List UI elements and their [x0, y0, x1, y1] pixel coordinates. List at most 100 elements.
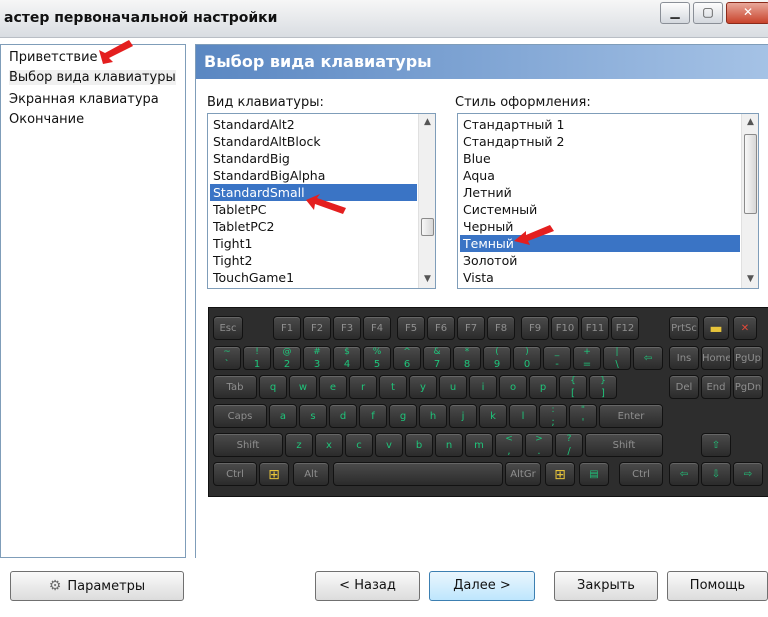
scroll-thumb[interactable] — [421, 218, 434, 236]
key-letter: v — [375, 433, 403, 457]
key-letter: g — [389, 404, 417, 428]
back-button[interactable]: < Назад — [315, 571, 420, 601]
key-function: F5 — [397, 316, 425, 340]
scroll-down-icon[interactable]: ▼ — [419, 271, 435, 288]
key-number: ) 0 — [513, 346, 541, 370]
list-item[interactable]: Системный — [460, 201, 740, 218]
key-letter: d — [329, 404, 357, 428]
key-pgdn: PgDn — [733, 375, 763, 399]
nav-item-finish[interactable]: Окончание — [9, 112, 84, 127]
scroll-up-icon[interactable]: ▲ — [419, 114, 435, 131]
key-ctrl-right: Ctrl — [619, 462, 663, 486]
settings-icon: ⚙ — [48, 578, 62, 594]
nav-item-keyboard-type[interactable]: Выбор вида клавиатуры — [9, 70, 176, 85]
scroll-thumb[interactable] — [744, 134, 757, 214]
keyboard-close-icon: ✕ — [733, 316, 757, 340]
key-letter: p — [529, 375, 557, 399]
key-alt: Alt — [293, 462, 329, 486]
key-caps: Caps — [213, 404, 267, 428]
maximize-button[interactable]: ▢ — [693, 2, 723, 24]
arrow-left-icon: ⇦ — [669, 462, 699, 486]
keyboard-type-scrollbar[interactable]: ▲ ▼ — [418, 114, 435, 288]
key-number: ! 1 — [243, 346, 271, 370]
list-item[interactable]: Blue — [460, 150, 740, 167]
list-item[interactable]: Tight1 — [210, 235, 417, 252]
key-function: F12 — [611, 316, 639, 340]
keyboard-preview: Esc F1 F2 F3 F4 F5 F6 F7 F8 F9 F10 F11 F12 PrtSc ▬ ✕ ~ `!… — [208, 307, 768, 497]
next-button[interactable]: Далее > — [429, 571, 535, 601]
key-letter: j — [449, 404, 477, 428]
key-number: | \ — [603, 346, 631, 370]
scroll-up-icon[interactable]: ▲ — [742, 114, 758, 131]
annotation-arrow-icon — [99, 40, 133, 64]
key-letter: u — [439, 375, 467, 399]
section-header: Выбор вида клавиатуры — [196, 45, 768, 79]
key-function: F1 — [273, 316, 301, 340]
list-item[interactable]: TabletPC2 — [210, 218, 417, 235]
section-title: Выбор вида клавиатуры — [204, 52, 432, 71]
nav-item-welcome[interactable]: Приветствие — [9, 50, 98, 65]
key-number: & 7 — [423, 346, 451, 370]
scroll-down-icon[interactable]: ▼ — [742, 271, 758, 288]
close-icon: ✕ — [742, 5, 754, 19]
parameters-button[interactable]: ⚙ Параметры — [10, 571, 184, 601]
key-letter: b — [405, 433, 433, 457]
minimize-icon: ▁ — [670, 5, 680, 19]
list-item[interactable]: Стандартный 2 — [460, 133, 740, 150]
list-item[interactable]: StandardBig — [210, 150, 417, 167]
list-item[interactable]: Tight2 — [210, 252, 417, 269]
key-end: End — [701, 375, 731, 399]
list-item[interactable]: Летний — [460, 184, 740, 201]
list-item[interactable]: Темный — [460, 235, 740, 252]
list-item[interactable]: Черный — [460, 218, 740, 235]
key-letter: l — [509, 404, 537, 428]
windows-flag-icon: ⊞ — [545, 462, 575, 486]
list-item[interactable]: StandardAltBlock — [210, 133, 417, 150]
keyboard-language-icon: ▬ — [703, 316, 729, 340]
key-number: $4 — [333, 346, 361, 370]
keyboard-type-label: Вид клавиатуры: — [207, 95, 324, 110]
key-letter: y — [409, 375, 437, 399]
parameters-label: Параметры — [67, 579, 146, 594]
minimize-button[interactable]: ▁ — [660, 2, 690, 24]
key-letter: f — [359, 404, 387, 428]
key-space — [333, 462, 503, 486]
key-bracket: {[ — [559, 375, 587, 399]
list-item[interactable]: StandardAlt2 — [210, 116, 417, 133]
list-item[interactable]: TouchGame1 — [210, 269, 417, 286]
key-function: F8 — [487, 316, 515, 340]
close-button[interactable]: Закрыть — [554, 571, 658, 601]
windows-flag-icon: ⊞ — [259, 462, 289, 486]
key-letter: m — [465, 433, 493, 457]
key-altgr: AltGr — [505, 462, 541, 486]
list-item[interactable]: Золотой — [460, 252, 740, 269]
key-letter: q — [259, 375, 287, 399]
window-title: астер первоначальной настройки — [4, 10, 278, 26]
style-scrollbar[interactable]: ▲ ▼ — [741, 114, 758, 288]
key-shift-right: Shift — [585, 433, 663, 457]
key-function: F4 — [363, 316, 391, 340]
key-letter: a — [269, 404, 297, 428]
style-label: Стиль оформления: — [455, 95, 591, 110]
key-punct: :; — [539, 404, 567, 428]
key-letter: o — [499, 375, 527, 399]
key-letter: r — [349, 375, 377, 399]
context-menu-icon: ▤ — [579, 462, 609, 486]
key-number: ~ ` — [213, 346, 241, 370]
list-item[interactable]: StandardBigAlpha — [210, 167, 417, 184]
help-button[interactable]: Помощь — [667, 571, 768, 601]
key-function: F11 — [581, 316, 609, 340]
main-panel: Выбор вида клавиатуры Вид клавиатуры: Ст… — [195, 44, 768, 558]
list-item[interactable]: Aqua — [460, 167, 740, 184]
arrow-up-icon: ⇧ — [701, 433, 731, 457]
nav-item-onscreen-keyboard[interactable]: Экранная клавиатура — [9, 92, 159, 107]
key-function: F2 — [303, 316, 331, 340]
key-letter: h — [419, 404, 447, 428]
list-item[interactable]: Vista — [460, 269, 740, 286]
style-list[interactable]: Стандартный 1 Стандартный 2 Blue Aqua Летний… — [457, 113, 759, 289]
key-number: * 8 — [453, 346, 481, 370]
arrow-right-icon: ⇨ — [733, 462, 763, 486]
list-item[interactable]: Стандартный 1 — [460, 116, 740, 133]
key-esc: Esc — [213, 316, 243, 340]
close-window-button[interactable]: ✕ — [726, 2, 768, 24]
